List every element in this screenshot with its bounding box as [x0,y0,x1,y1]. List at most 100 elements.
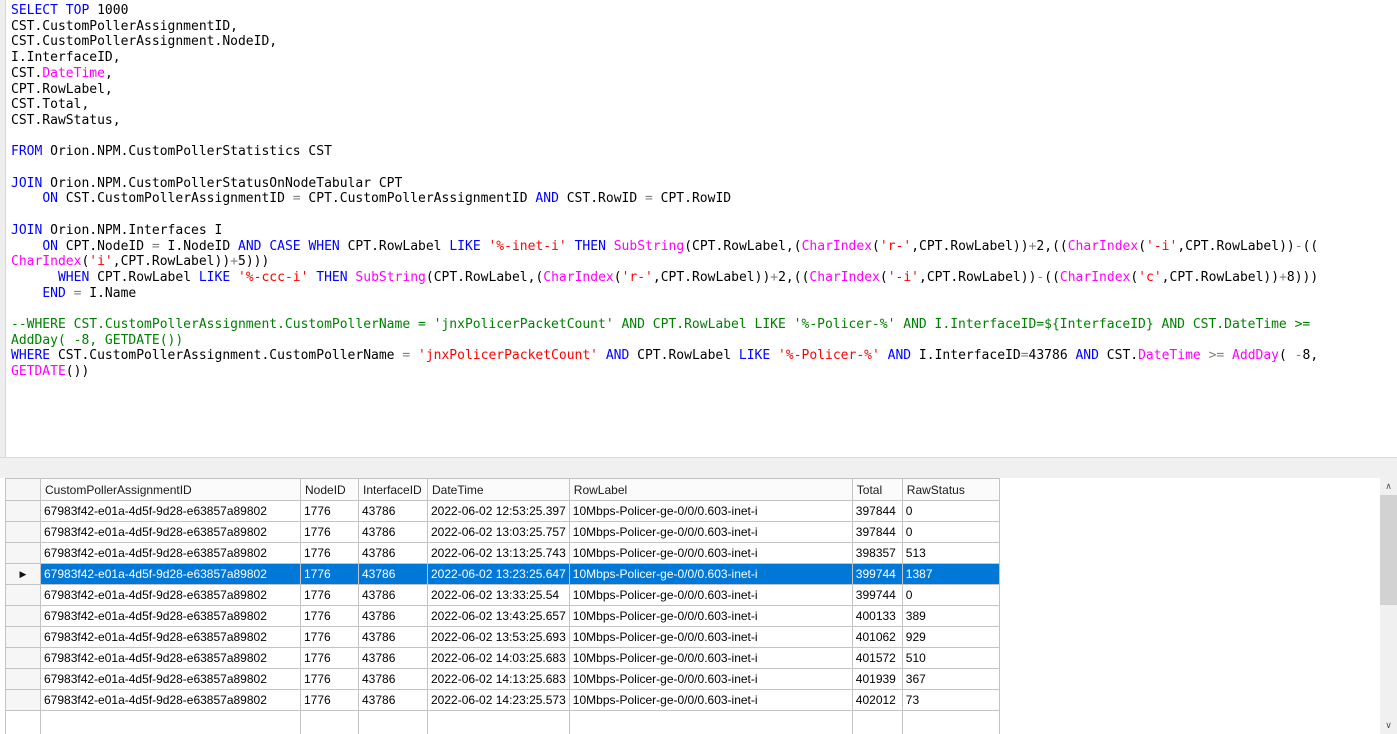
grid-cell[interactable]: 10Mbps-Policer-ge-0/0/0.603-inet-i [568,668,853,690]
grid-cell[interactable]: 73 [901,689,1000,711]
grid-cell[interactable]: 10Mbps-Policer-ge-0/0/0.603-inet-i [568,626,853,648]
row-selector[interactable] [5,689,41,711]
grid-cell[interactable]: 1776 [300,605,359,627]
grid-cell[interactable]: 2022-06-02 13:53:25.693 [427,626,570,648]
grid-cell[interactable]: 397844 [851,521,903,543]
grid-row[interactable]: 67983f42-e01a-4d5f-9d28-e63857a89802 1776… [5,500,1000,522]
grid-cell[interactable]: 2022-06-02 13:03:25.757 [427,521,570,543]
grid-cell[interactable]: 43786 [358,689,428,711]
row-selector[interactable] [5,647,41,669]
row-selector[interactable] [5,605,41,627]
column-header-rowlabel[interactable]: RowLabel [568,478,853,501]
column-header-rawstatus[interactable]: RawStatus [901,478,1000,501]
grid-row[interactable]: 67983f42-e01a-4d5f-9d28-e63857a89802 1776… [5,668,1000,690]
grid-cell[interactable]: 43786 [358,626,428,648]
column-header-nodeid[interactable]: NodeID [300,478,359,501]
grid-cell[interactable]: 2022-06-02 13:43:25.657 [427,605,570,627]
row-selector[interactable] [5,542,41,564]
grid-cell[interactable]: 367 [901,668,1000,690]
grid-cell[interactable]: 67983f42-e01a-4d5f-9d28-e63857a89802 [40,668,301,690]
scroll-up-button[interactable]: ∧ [1380,478,1397,495]
grid-cell[interactable]: 402012 [851,689,903,711]
grid-cell[interactable]: 67983f42-e01a-4d5f-9d28-e63857a89802 [40,563,301,585]
grid-cell[interactable]: 1776 [300,647,359,669]
column-header-custompollerassignmentid[interactable]: CustomPollerAssignmentID [40,478,301,501]
grid-cell[interactable]: 2022-06-02 13:33:25.54 [427,584,570,606]
grid-cell[interactable]: 43786 [358,668,428,690]
grid-cell[interactable]: 43786 [358,647,428,669]
column-header-datetime[interactable]: DateTime [427,478,570,501]
grid-cell[interactable]: 401939 [851,668,903,690]
editor-results-splitter[interactable] [0,458,1397,478]
grid-cell[interactable]: 10Mbps-Policer-ge-0/0/0.603-inet-i [568,542,853,564]
grid-row[interactable]: 67983f42-e01a-4d5f-9d28-e63857a89802 1776… [5,689,1000,711]
sql-query-text[interactable]: SELECT TOP 1000 CST.CustomPollerAssignme… [11,3,1318,380]
grid-cell[interactable]: 510 [901,647,1000,669]
row-selector-current[interactable]: ▶ [5,563,41,585]
grid-cell[interactable]: 67983f42-e01a-4d5f-9d28-e63857a89802 [40,500,301,522]
grid-cell[interactable]: 1776 [300,500,359,522]
grid-row[interactable]: ▶ 67983f42-e01a-4d5f-9d28-e63857a89802 177… [5,563,1000,585]
scroll-down-button[interactable]: ∨ [1380,717,1397,734]
grid-cell[interactable]: 929 [901,626,1000,648]
grid-cell[interactable]: 67983f42-e01a-4d5f-9d28-e63857a89802 [40,605,301,627]
results-vertical-scrollbar[interactable]: ∧ ∨ [1380,478,1397,734]
grid-corner-cell[interactable] [5,478,41,501]
grid-cell[interactable]: 43786 [358,521,428,543]
grid-cell[interactable]: 400133 [851,605,903,627]
grid-cell[interactable]: 10Mbps-Policer-ge-0/0/0.603-inet-i [568,563,853,585]
grid-row[interactable]: 67983f42-e01a-4d5f-9d28-e63857a89802 1776… [5,626,1000,648]
grid-cell[interactable]: 43786 [358,605,428,627]
scrollbar-thumb[interactable] [1380,495,1397,605]
grid-cell[interactable]: 401572 [851,647,903,669]
row-selector[interactable] [5,584,41,606]
grid-cell[interactable]: 67983f42-e01a-4d5f-9d28-e63857a89802 [40,647,301,669]
grid-cell[interactable]: 399744 [851,563,903,585]
row-selector[interactable] [5,668,41,690]
column-header-total[interactable]: Total [851,478,903,501]
grid-cell[interactable]: 1776 [300,668,359,690]
grid-cell[interactable]: 1387 [901,563,1000,585]
grid-cell[interactable]: 67983f42-e01a-4d5f-9d28-e63857a89802 [40,521,301,543]
grid-cell[interactable]: 1776 [300,563,359,585]
grid-cell[interactable]: 0 [901,500,1000,522]
grid-cell[interactable]: 2022-06-02 14:13:25.683 [427,668,570,690]
grid-cell[interactable]: 2022-06-02 13:13:25.743 [427,542,570,564]
grid-cell[interactable]: 1776 [300,584,359,606]
grid-cell[interactable]: 67983f42-e01a-4d5f-9d28-e63857a89802 [40,542,301,564]
grid-row[interactable]: 67983f42-e01a-4d5f-9d28-e63857a89802 1776… [5,605,1000,627]
grid-cell[interactable]: 2022-06-02 12:53:25.397 [427,500,570,522]
column-header-interfaceid[interactable]: InterfaceID [358,478,428,501]
grid-cell[interactable]: 67983f42-e01a-4d5f-9d28-e63857a89802 [40,584,301,606]
grid-row[interactable]: 67983f42-e01a-4d5f-9d28-e63857a89802 1776… [5,542,1000,564]
row-selector[interactable] [5,626,41,648]
grid-cell[interactable]: 0 [901,584,1000,606]
grid-cell[interactable]: 399744 [851,584,903,606]
grid-row[interactable]: 67983f42-e01a-4d5f-9d28-e63857a89802 1776… [5,647,1000,669]
grid-cell[interactable]: 10Mbps-Policer-ge-0/0/0.603-inet-i [568,689,853,711]
sql-editor-pane[interactable]: SELECT TOP 1000 CST.CustomPollerAssignme… [0,0,1397,458]
row-selector[interactable] [5,500,41,522]
grid-cell[interactable]: 398357 [851,542,903,564]
grid-cell[interactable]: 43786 [358,542,428,564]
grid-cell[interactable]: 10Mbps-Policer-ge-0/0/0.603-inet-i [568,584,853,606]
grid-cell[interactable]: 43786 [358,563,428,585]
grid-cell[interactable]: 1776 [300,542,359,564]
grid-cell[interactable]: 2022-06-02 13:23:25.647 [427,563,570,585]
grid-row[interactable]: 67983f42-e01a-4d5f-9d28-e63857a89802 1776… [5,584,1000,606]
grid-cell[interactable]: 10Mbps-Policer-ge-0/0/0.603-inet-i [568,500,853,522]
grid-cell[interactable]: 397844 [851,500,903,522]
grid-cell[interactable]: 1776 [300,626,359,648]
grid-cell[interactable]: 401062 [851,626,903,648]
grid-cell[interactable]: 2022-06-02 14:23:25.573 [427,689,570,711]
grid-cell[interactable]: 10Mbps-Policer-ge-0/0/0.603-inet-i [568,605,853,627]
grid-cell[interactable]: 67983f42-e01a-4d5f-9d28-e63857a89802 [40,626,301,648]
grid-cell[interactable]: 1776 [300,689,359,711]
grid-cell[interactable]: 10Mbps-Policer-ge-0/0/0.603-inet-i [568,647,853,669]
row-selector[interactable] [5,521,41,543]
grid-cell[interactable]: 67983f42-e01a-4d5f-9d28-e63857a89802 [40,689,301,711]
grid-cell[interactable]: 389 [901,605,1000,627]
grid-cell[interactable]: 43786 [358,584,428,606]
grid-cell[interactable]: 10Mbps-Policer-ge-0/0/0.603-inet-i [568,521,853,543]
grid-cell[interactable]: 513 [901,542,1000,564]
